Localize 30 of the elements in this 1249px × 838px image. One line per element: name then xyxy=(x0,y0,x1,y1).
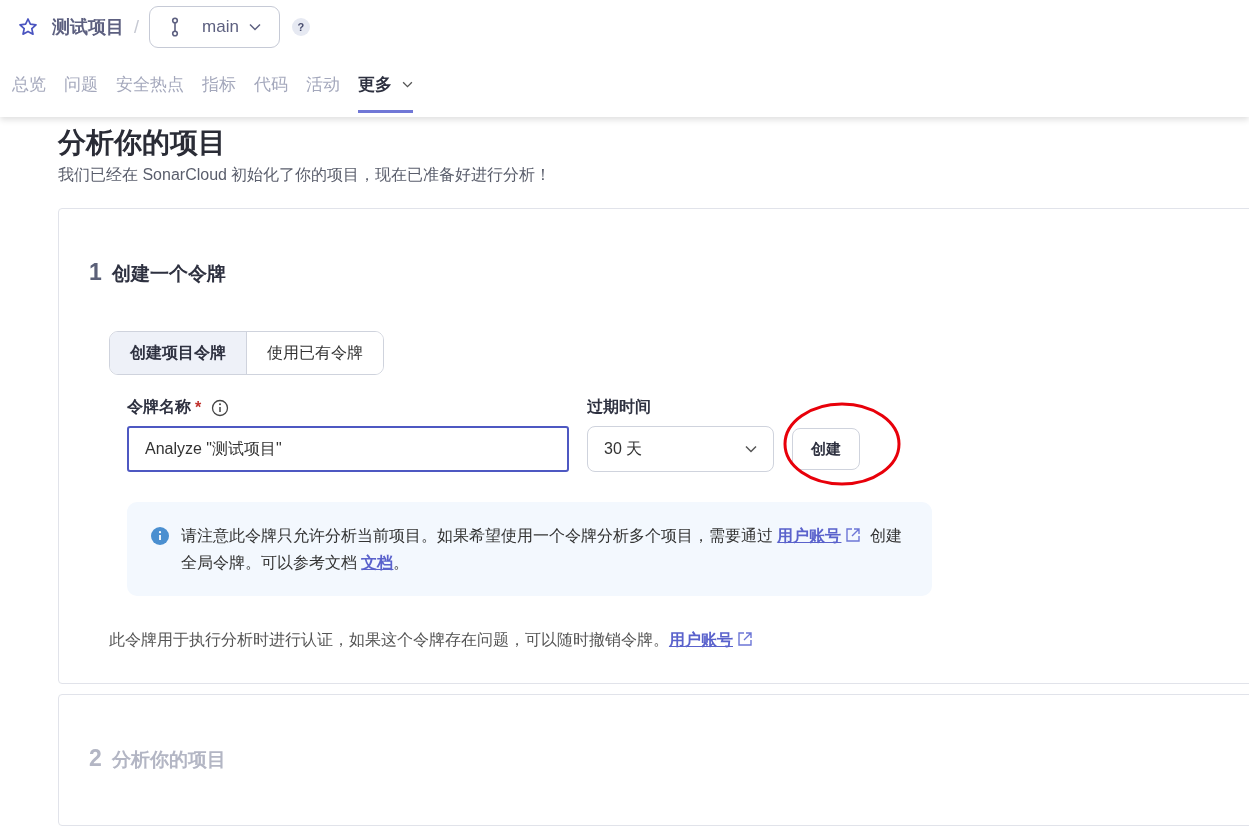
nav-tab[interactable]: 更多 xyxy=(358,67,413,113)
info-text: 请注意此令牌只允许分析当前项目。如果希望使用一个令牌分析多个项目，需要通过 用户账号 创建全局令牌。可以参考文档 文档。 xyxy=(181,526,903,573)
page-title: 分析你的项目 xyxy=(58,126,227,160)
create-button[interactable]: 创建 xyxy=(792,428,860,470)
token-type-tab[interactable]: 创建项目令牌 xyxy=(110,332,246,374)
branch-icon xyxy=(170,17,180,37)
user-account-link[interactable]: 文档 xyxy=(361,554,394,571)
field-label: 过期时间 xyxy=(587,397,651,417)
star-icon[interactable] xyxy=(18,17,38,37)
help-icon[interactable]: ? xyxy=(291,18,310,36)
token-type-tab[interactable]: 使用已有令牌 xyxy=(246,332,383,374)
info-icon xyxy=(151,527,169,545)
token-name-input[interactable]: Analyze "测试项目" xyxy=(127,426,569,472)
step-title: 分析你的项目 xyxy=(111,748,226,772)
step-title: 创建一个令牌 xyxy=(111,262,226,286)
project-name[interactable]: 测试项目 xyxy=(52,15,124,39)
user-account-link[interactable]: 用户账号 xyxy=(777,527,842,544)
required-mark: * xyxy=(195,398,202,417)
user-account-link[interactable]: 用户账号 xyxy=(669,631,733,648)
breadcrumb-separator: / xyxy=(134,16,139,38)
step-number: 2 xyxy=(89,745,102,772)
branch-selector[interactable]: main xyxy=(149,6,280,48)
chevron-down-icon xyxy=(248,23,261,31)
chevron-down-icon xyxy=(745,445,757,453)
expiry-select[interactable]: 30 天 xyxy=(587,426,774,472)
info-icon[interactable] xyxy=(211,398,230,417)
token-note: 此令牌用于执行分析时进行认证，如果这个令牌存在问题，可以随时撤销令牌。用户账号 xyxy=(109,626,1249,653)
step-number: 1 xyxy=(89,259,102,286)
page-subtitle: 我们已经在 SonarCloud 初始化了你的项目，现在已准备好进行分析！ xyxy=(58,165,553,185)
field-label: 令牌名称 xyxy=(127,397,191,417)
